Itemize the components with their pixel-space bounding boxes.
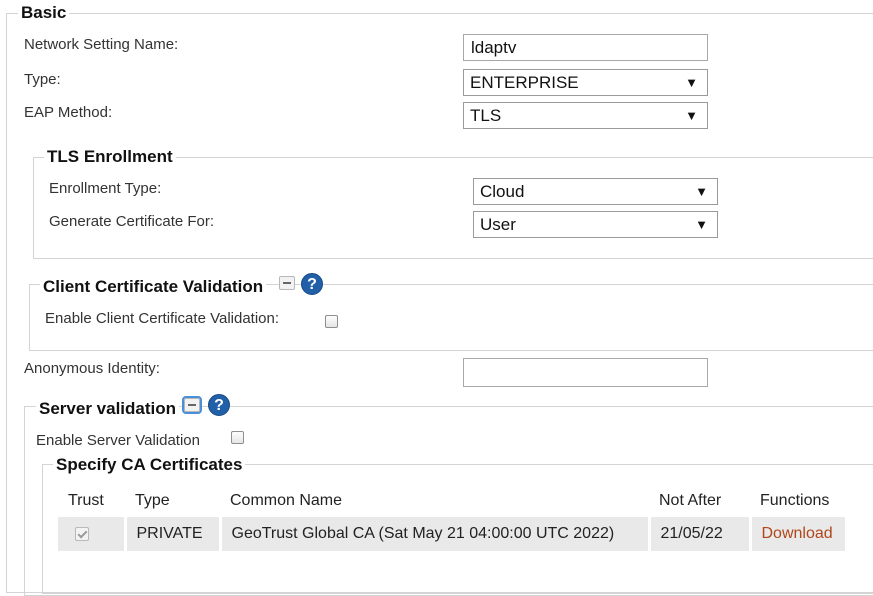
eap-method-label: EAP Method: bbox=[24, 104, 113, 121]
network-setting-name-input[interactable] bbox=[463, 34, 708, 61]
type-label: Type: bbox=[24, 71, 61, 88]
chevron-down-icon: ▼ bbox=[695, 217, 708, 232]
table-header-row: Trust Type Common Name Not After Functio… bbox=[58, 484, 846, 517]
enrollment-type-select-value: Cloud bbox=[480, 182, 525, 201]
anonymous-identity-input[interactable] bbox=[463, 358, 708, 387]
tls-enrollment-legend: TLS Enrollment bbox=[44, 147, 176, 167]
trust-cell bbox=[58, 517, 127, 551]
chevron-down-icon: ▼ bbox=[685, 75, 698, 90]
generate-certificate-for-select[interactable]: User ▼ bbox=[473, 211, 718, 238]
generate-certificate-for-label: Generate Certificate For: bbox=[49, 213, 215, 230]
column-header-trust: Trust bbox=[68, 491, 104, 509]
help-icon[interactable]: ? bbox=[208, 394, 230, 416]
enrollment-type-select[interactable]: Cloud ▼ bbox=[473, 178, 718, 205]
column-header-not-after: Not After bbox=[659, 491, 722, 509]
enable-server-validation-label: Enable Server Validation bbox=[36, 432, 200, 449]
chevron-down-icon: ▼ bbox=[685, 108, 698, 123]
ca-certificates-table: Trust Type Common Name Not After Functio… bbox=[58, 484, 848, 551]
ca-certificates-legend: Specify CA Certificates bbox=[53, 455, 246, 475]
eap-method-select-value: TLS bbox=[470, 106, 502, 125]
eap-method-select[interactable]: TLS ▼ bbox=[463, 102, 708, 129]
enrollment-type-label: Enrollment Type: bbox=[49, 180, 162, 197]
chevron-down-icon: ▼ bbox=[695, 184, 708, 199]
network-setting-name-label: Network Setting Name: bbox=[24, 36, 179, 53]
type-cell: PRIVATE bbox=[125, 517, 222, 551]
server-validation-legend: Server validation bbox=[36, 399, 180, 419]
generate-certificate-for-select-value: User bbox=[480, 215, 516, 234]
not-after-cell: 21/05/22 bbox=[649, 517, 752, 551]
enable-client-cert-validation-label: Enable Client Certificate Validation: bbox=[45, 310, 280, 327]
collapse-icon[interactable] bbox=[279, 276, 295, 290]
help-icon[interactable]: ? bbox=[301, 273, 323, 295]
download-link[interactable]: Download bbox=[762, 525, 833, 542]
enable-client-cert-validation-checkbox[interactable] bbox=[325, 315, 338, 328]
collapse-icon[interactable] bbox=[182, 396, 202, 414]
type-select[interactable]: ENTERPRISE ▼ bbox=[463, 69, 708, 96]
enable-server-validation-checkbox[interactable] bbox=[231, 431, 244, 444]
tls-enrollment-section bbox=[33, 157, 873, 259]
column-header-functions: Functions bbox=[760, 491, 830, 509]
column-header-type: Type bbox=[135, 491, 170, 509]
column-header-common-name: Common Name bbox=[230, 491, 343, 509]
table-row: PRIVATE GeoTrust Global CA (Sat May 21 0… bbox=[58, 517, 848, 551]
basic-legend: Basic bbox=[18, 3, 70, 23]
common-name-cell: GeoTrust Global CA (Sat May 21 04:00:00 … bbox=[220, 517, 651, 551]
client-cert-validation-legend: Client Certificate Validation bbox=[40, 277, 267, 297]
anonymous-identity-label: Anonymous Identity: bbox=[24, 360, 160, 377]
trust-checkbox bbox=[75, 526, 89, 541]
type-select-value: ENTERPRISE bbox=[470, 73, 579, 92]
functions-cell: Download bbox=[750, 517, 848, 551]
